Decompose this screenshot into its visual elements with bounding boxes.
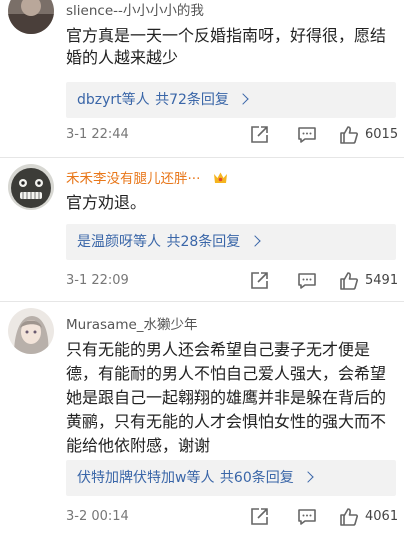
comment-time: 3-1 22:09 xyxy=(66,273,129,288)
chevron-right-icon xyxy=(249,235,261,247)
reply-summary[interactable]: 伏特加牌伏特加w等人 共60条回复 xyxy=(66,460,396,496)
crown-badge-icon xyxy=(213,172,227,183)
reply-names: 是温颜呀等人 xyxy=(77,234,161,250)
comment-icon[interactable] xyxy=(297,125,317,145)
thumbs-up-icon[interactable] xyxy=(339,125,359,145)
like-count: 5491 xyxy=(365,273,399,288)
comment-meta: 3-1 22:09 5491 xyxy=(0,270,404,294)
thumbs-up-icon[interactable] xyxy=(339,271,359,291)
share-icon[interactable] xyxy=(249,507,269,527)
reply-names: 伏特加牌伏特加w等人 xyxy=(77,470,215,486)
share-icon[interactable] xyxy=(249,125,269,145)
username[interactable]: Murasame_水獭少年 xyxy=(66,313,198,333)
divider xyxy=(0,301,404,302)
reply-count: 共60条回复 xyxy=(219,470,294,486)
avatar[interactable] xyxy=(8,0,54,34)
reply-summary[interactable]: 是温颜呀等人 共28条回复 xyxy=(66,224,396,260)
divider xyxy=(0,157,404,158)
like-count: 6015 xyxy=(365,127,399,142)
comment-text: 只有无能的男人还会希望自己妻子无才便是德，有能耐的男人不怕自己爱人强大，会希望她… xyxy=(66,340,387,455)
reply-count: 共28条回复 xyxy=(166,234,241,250)
avatar[interactable] xyxy=(8,164,54,210)
like-count: 4061 xyxy=(365,509,399,524)
comment-time: 3-1 22:44 xyxy=(66,127,129,142)
comment-text: 官方真是一天一个反婚指南呀，好得很，愿结婚的人越来越少 xyxy=(66,26,387,67)
username[interactable]: slience--小小小小的我 xyxy=(66,0,204,19)
comment-text: 官方劝退。 xyxy=(66,193,147,212)
avatar[interactable] xyxy=(8,308,54,354)
reply-names: dbzyrt等人 xyxy=(77,92,150,108)
thumbs-up-icon[interactable] xyxy=(339,507,359,527)
share-icon[interactable] xyxy=(249,271,269,291)
reply-count: 共72条回复 xyxy=(155,92,229,108)
comment-icon[interactable] xyxy=(297,507,317,527)
reply-summary[interactable]: dbzyrt等人 共72条回复 xyxy=(66,82,396,118)
comment-icon[interactable] xyxy=(297,271,317,291)
comment-time: 3-2 00:14 xyxy=(66,509,129,524)
chevron-right-icon xyxy=(237,93,250,105)
username[interactable]: 禾禾李没有腿儿还胖··· xyxy=(66,167,228,187)
comment-meta: 3-2 00:14 4061 xyxy=(0,506,404,530)
username-text: 禾禾李没有腿儿还胖··· xyxy=(66,171,201,187)
comment-meta: 3-1 22:44 6015 xyxy=(0,124,404,148)
chevron-right-icon xyxy=(302,471,314,483)
